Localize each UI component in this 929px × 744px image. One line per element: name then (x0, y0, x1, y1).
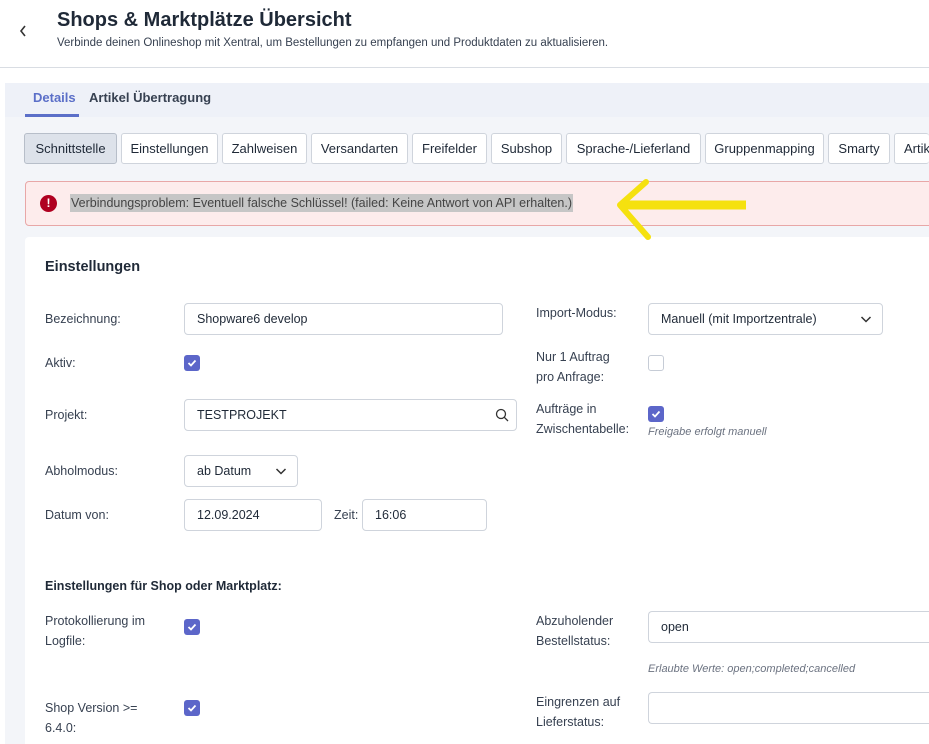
subtab-smarty[interactable]: Smarty (828, 133, 890, 164)
subtab-einstellungen[interactable]: Einstellungen (121, 133, 218, 164)
subtab-freifelder[interactable]: Freifelder (412, 133, 487, 164)
projekt-input[interactable]: TESTPROJEKT (184, 399, 517, 431)
subtab-schnittstelle[interactable]: Schnittstelle (24, 133, 117, 164)
tab-bar: Details Artikel Übertragung (5, 83, 929, 117)
auftraege-zwischentabelle-checkbox[interactable] (648, 406, 664, 422)
projekt-value: TESTPROJEKT (197, 408, 287, 422)
bestellstatus-hint: Erlaubte Werte: open;completed;cancelled (648, 663, 856, 675)
nur-ein-auftrag-label-2: pro Anfrage: (536, 370, 605, 384)
zeit-input[interactable]: 16:06 (362, 499, 487, 531)
subtab-sprache-lieferland[interactable]: Sprache-/Lieferland (566, 133, 701, 164)
auftraege-zwischentabelle-label-2: Zwischentabelle: (536, 422, 630, 436)
lieferstatus-label-1: Eingrenzen auf (536, 695, 621, 709)
import-modus-value: Manuell (mit Importzentrale) (661, 312, 817, 326)
subtab-artikel[interactable]: Artikel (894, 133, 929, 164)
abholmodus-value: ab Datum (197, 464, 252, 478)
checkmark-icon (187, 704, 197, 712)
shop-version-checkbox[interactable] (184, 700, 200, 716)
datum-von-input[interactable]: 12.09.2024 (184, 499, 322, 531)
chevron-down-icon (860, 316, 872, 323)
shop-settings-title: Einstellungen für Shop oder Marktplatz: (45, 579, 282, 593)
tab-artikel-uebertragung[interactable]: Artikel Übertragung (89, 90, 211, 105)
import-modus-select[interactable]: Manuell (mit Importzentrale) (648, 303, 883, 335)
shop-version-label-2: 6.4.0: (45, 721, 77, 735)
chevron-left-icon (19, 25, 26, 37)
import-modus-label: Import-Modus: (536, 306, 617, 320)
protokollierung-label-1: Protokollierung im (45, 614, 146, 628)
active-tab-indicator (25, 114, 79, 117)
search-icon[interactable] (495, 408, 509, 422)
auftraege-zwischentabelle-label-1: Aufträge in (536, 402, 597, 416)
projekt-label: Projekt: (45, 408, 88, 422)
protokollierung-checkbox[interactable] (184, 619, 200, 635)
checkmark-icon (651, 410, 661, 418)
nur-ein-auftrag-checkbox[interactable] (648, 355, 664, 371)
subtab-gruppenmapping[interactable]: Gruppenmapping (705, 133, 824, 164)
error-alert: ! Verbindungsproblem: Eventuell falsche … (25, 181, 929, 226)
annotation-arrow-icon (617, 179, 746, 240)
abholmodus-label: Abholmodus: (45, 464, 118, 478)
aktiv-checkbox[interactable] (184, 355, 200, 371)
datum-von-label: Datum von: (45, 508, 109, 522)
freigabe-hint: Freigabe erfolgt manuell (648, 426, 767, 438)
bestellstatus-input[interactable]: open (648, 611, 929, 643)
zeit-label: Zeit: (334, 508, 359, 522)
bezeichnung-input[interactable]: Shopware6 develop (184, 303, 503, 335)
nur-ein-auftrag-label-1: Nur 1 Auftrag (536, 350, 610, 364)
lieferstatus-label-2: Lieferstatus: (536, 715, 605, 729)
page-subtitle: Verbinde deinen Onlineshop mit Xentral, … (57, 37, 609, 49)
bestellstatus-label-2: Bestellstatus: (536, 634, 611, 648)
protokollierung-label-2: Logfile: (45, 634, 86, 648)
subtab-versandarten[interactable]: Versandarten (311, 133, 408, 164)
bezeichnung-label: Bezeichnung: (45, 312, 121, 326)
checkmark-icon (187, 359, 197, 367)
page-header: Shops & Marktplätze Übersicht Verbinde d… (0, 0, 929, 68)
error-icon: ! (40, 195, 57, 212)
page-title: Shops & Marktplätze Übersicht (57, 9, 352, 31)
bestellstatus-label-1: Abzuholender (536, 614, 614, 628)
checkmark-icon (187, 623, 197, 631)
aktiv-label: Aktiv: (45, 356, 76, 370)
lieferstatus-input[interactable] (648, 692, 929, 724)
back-button[interactable] (14, 20, 32, 40)
tab-details[interactable]: Details (33, 90, 76, 105)
shop-version-label-1: Shop Version >= (45, 701, 138, 715)
subtab-zahlweisen[interactable]: Zahlweisen (222, 133, 307, 164)
content-area: Details Artikel Übertragung Schnittstell… (5, 83, 929, 744)
settings-title: Einstellungen (45, 259, 141, 275)
settings-card: Einstellungen Bezeichnung: Shopware6 dev… (25, 237, 929, 744)
alert-text: Verbindungsproblem: Eventuell falsche Sc… (70, 194, 573, 212)
abholmodus-select[interactable]: ab Datum (184, 455, 298, 487)
subtab-subshop[interactable]: Subshop (491, 133, 562, 164)
chevron-down-icon (275, 468, 287, 475)
